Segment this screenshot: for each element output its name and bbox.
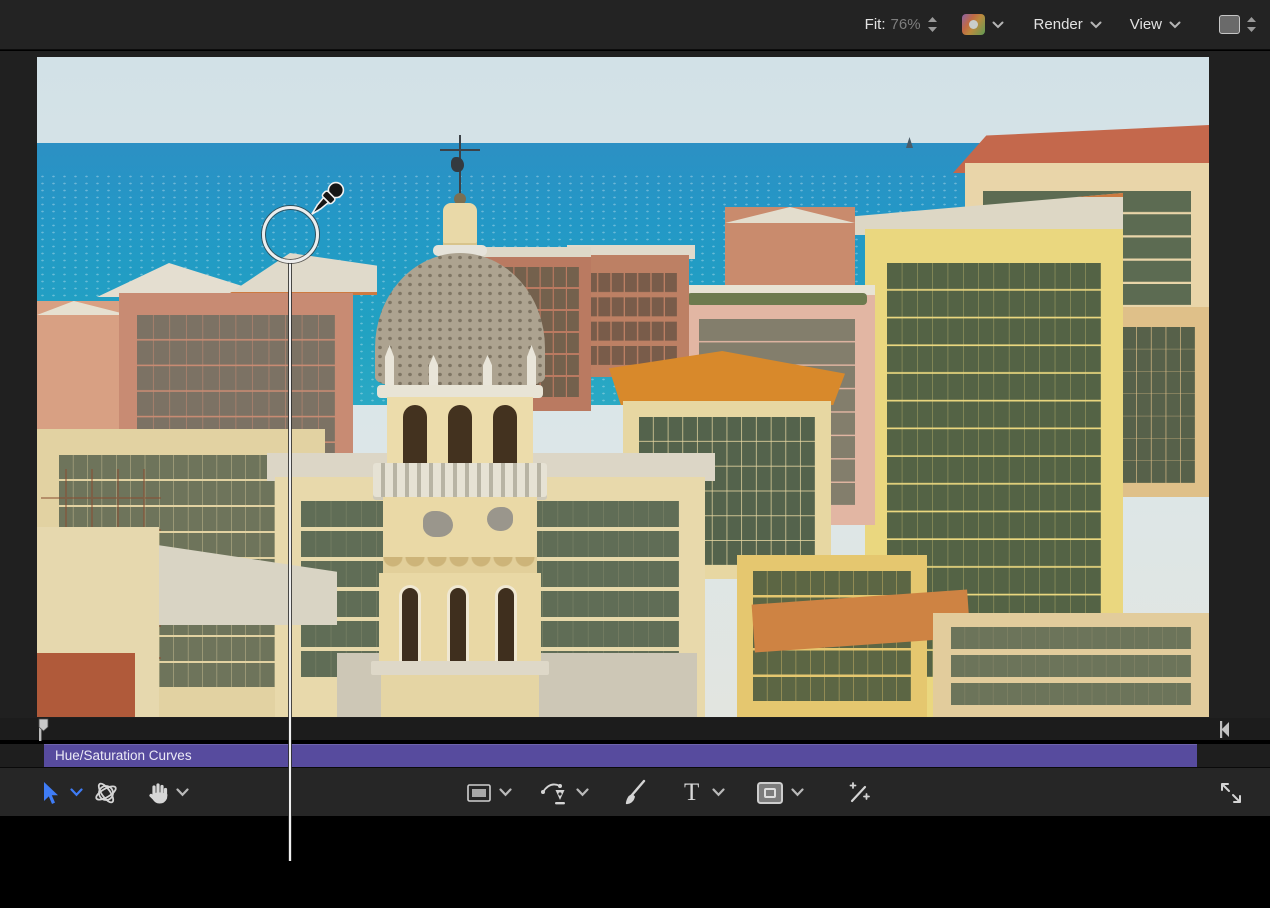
timeline-track: Hue/Saturation Curves bbox=[0, 744, 1270, 767]
chevron-down-icon bbox=[70, 788, 83, 797]
hand-tool-menu[interactable] bbox=[176, 768, 189, 817]
view-menu[interactable]: View bbox=[1130, 16, 1181, 33]
rectangle-tool-menu[interactable] bbox=[499, 768, 512, 817]
clip-hue-saturation-curves[interactable]: Hue/Saturation Curves bbox=[44, 744, 1197, 767]
color-swatch-icon bbox=[962, 14, 985, 35]
chevron-down-icon bbox=[992, 21, 1004, 29]
chevron-down-icon bbox=[1090, 21, 1102, 29]
zoom-value: 76% bbox=[891, 16, 921, 33]
orbit-tool-button[interactable] bbox=[92, 768, 120, 817]
photo-building bbox=[933, 613, 1209, 717]
fit-label: Fit: bbox=[865, 16, 886, 33]
chevron-down-icon bbox=[499, 788, 512, 797]
color-pick-line bbox=[288, 262, 292, 861]
canvas-toolbar: T bbox=[0, 767, 1270, 816]
adjust-tool-button[interactable] bbox=[846, 768, 872, 817]
photo-roof bbox=[37, 653, 135, 717]
bottom-spacer bbox=[0, 816, 1270, 908]
expand-button[interactable] bbox=[1218, 768, 1244, 817]
pen-tool-icon bbox=[540, 779, 570, 807]
adjust-wand-icon bbox=[846, 780, 872, 806]
viewer-toolbar: Fit: 76% Render View bbox=[0, 0, 1270, 50]
hand-icon bbox=[146, 780, 170, 806]
brush-tool-button[interactable] bbox=[622, 768, 648, 817]
chevron-down-icon bbox=[1169, 21, 1181, 29]
display-option-icon bbox=[1219, 15, 1240, 34]
page-margin bbox=[0, 908, 1270, 916]
in-marker-icon[interactable] bbox=[32, 718, 50, 741]
brush-tool-icon bbox=[622, 779, 648, 807]
chevron-down-icon bbox=[712, 788, 725, 797]
eyedropper-icon bbox=[300, 174, 352, 226]
pen-tool-button[interactable] bbox=[540, 768, 570, 817]
chevron-down-icon bbox=[176, 788, 189, 797]
mask-tool-button[interactable] bbox=[756, 768, 784, 817]
render-label: Render bbox=[1034, 16, 1083, 33]
display-option-control[interactable] bbox=[1219, 15, 1257, 34]
canvas-area bbox=[0, 51, 1270, 718]
hand-tool-button[interactable] bbox=[146, 768, 170, 817]
expand-icon bbox=[1218, 780, 1244, 806]
pen-tool-menu[interactable] bbox=[576, 768, 589, 817]
text-tool-menu[interactable] bbox=[712, 768, 725, 817]
zoom-stepper-icon[interactable] bbox=[927, 16, 938, 33]
mask-tool-menu[interactable] bbox=[791, 768, 804, 817]
select-tool-button[interactable] bbox=[38, 768, 60, 817]
rectangle-tool-button[interactable] bbox=[466, 768, 492, 817]
text-tool-button[interactable]: T bbox=[684, 768, 699, 817]
video-frame[interactable] bbox=[37, 57, 1209, 717]
out-marker-icon[interactable] bbox=[1214, 721, 1230, 738]
clip-label: Hue/Saturation Curves bbox=[55, 748, 192, 763]
select-tool-menu[interactable] bbox=[70, 768, 83, 817]
motion-canvas-window: Fit: 76% Render View bbox=[0, 0, 1270, 916]
mask-tool-icon bbox=[756, 781, 784, 805]
rectangle-tool-icon bbox=[466, 782, 492, 804]
select-arrow-icon bbox=[38, 780, 60, 806]
zoom-control[interactable]: Fit: 76% bbox=[865, 16, 938, 33]
display-stepper-icon[interactable] bbox=[1246, 16, 1257, 33]
text-tool-icon: T bbox=[684, 780, 699, 805]
timeline-ruler[interactable] bbox=[0, 718, 1270, 742]
color-inspector-control[interactable] bbox=[962, 14, 1004, 35]
chevron-down-icon bbox=[576, 788, 589, 797]
view-label: View bbox=[1130, 16, 1162, 33]
chevron-down-icon bbox=[791, 788, 804, 797]
orbit-icon bbox=[92, 779, 120, 807]
render-menu[interactable]: Render bbox=[1034, 16, 1102, 33]
photo-building bbox=[37, 301, 129, 437]
